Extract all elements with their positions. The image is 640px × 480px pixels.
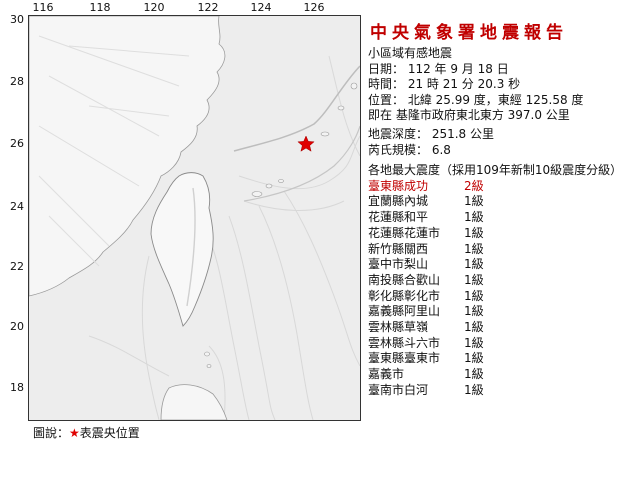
intensity-row: 彰化縣彰化市 1級 bbox=[368, 289, 640, 305]
intensity-level: 1級 bbox=[464, 351, 484, 366]
intensity-row: 臺中市梨山 1級 bbox=[368, 257, 640, 273]
lat-tick-label: 22 bbox=[10, 260, 24, 273]
report-subtitle: 小區域有感地震 bbox=[368, 46, 453, 60]
intensity-row: 雲林縣草嶺 1級 bbox=[368, 320, 640, 336]
intensity-place: 臺南市白河 bbox=[368, 382, 429, 397]
intensity-place: 臺東縣臺東市 bbox=[368, 351, 441, 366]
report-position-desc: 即在 基隆市政府東北東方 397.0 公里 bbox=[368, 108, 570, 123]
intensity-level: 1級 bbox=[464, 194, 484, 209]
shaded-relief-map bbox=[29, 16, 360, 420]
lat-tick-label: 20 bbox=[10, 320, 24, 333]
intensity-level: 1級 bbox=[464, 225, 484, 240]
intensity-place: 雲林縣草嶺 bbox=[368, 319, 429, 334]
lon-tick-label: 124 bbox=[250, 1, 272, 14]
lon-tick-label: 126 bbox=[303, 1, 325, 14]
intensity-place: 花蓮縣和平 bbox=[368, 210, 429, 225]
intensity-level: 1級 bbox=[464, 257, 484, 272]
intensity-list: 臺東縣成功 2級 宜蘭縣內城 1級 花蓮縣和平 1級 花蓮縣花蓮市 1級 新竹縣關西 1級 臺中市梨… bbox=[368, 179, 640, 399]
intensity-level: 1級 bbox=[464, 210, 484, 225]
intensity-row: 嘉義縣阿里山 1級 bbox=[368, 304, 640, 320]
intensity-row: 雲林縣斗六市 1級 bbox=[368, 336, 640, 352]
earthquake-report: 中央氣象署地震報告 小區域有感地震 日期： 112 年 9 月 18 日 時間：… bbox=[368, 18, 640, 398]
intensity-row: 南投縣合歡山 1級 bbox=[368, 273, 640, 289]
intensity-row: 花蓮縣花蓮市 1級 bbox=[368, 226, 640, 242]
intensity-header: 各地最大震度（採用109年新制10級震度分級） bbox=[368, 163, 623, 178]
legend-text: 表震央位置 bbox=[79, 426, 140, 440]
intensity-level: 1級 bbox=[464, 319, 484, 334]
intensity-row: 嘉義市 1級 bbox=[368, 367, 640, 383]
intensity-row: 新竹縣關西 1級 bbox=[368, 242, 640, 258]
intensity-place: 花蓮縣花蓮市 bbox=[368, 225, 441, 240]
intensity-row: 宜蘭縣內城 1級 bbox=[368, 194, 640, 210]
lat-tick-label: 28 bbox=[10, 75, 24, 88]
lon-tick-label: 122 bbox=[197, 1, 219, 14]
legend-prefix: 圖說： bbox=[33, 426, 70, 440]
lat-tick-label: 30 bbox=[10, 13, 24, 26]
intensity-row: 臺東縣成功 2級 bbox=[368, 179, 640, 195]
intensity-place: 臺中市梨山 bbox=[368, 257, 429, 272]
intensity-row: 臺東縣臺東市 1級 bbox=[368, 351, 640, 367]
intensity-place: 宜蘭縣內城 bbox=[368, 194, 429, 209]
intensity-row: 臺南市白河 1級 bbox=[368, 383, 640, 399]
intensity-place: 新竹縣關西 bbox=[368, 241, 429, 256]
report-date: 日期： 112 年 9 月 18 日 bbox=[368, 61, 509, 76]
lat-tick-label: 18 bbox=[10, 381, 24, 394]
intensity-row: 花蓮縣和平 1級 bbox=[368, 210, 640, 226]
intensity-place: 南投縣合歡山 bbox=[368, 272, 441, 287]
intensity-level: 1級 bbox=[464, 335, 484, 350]
intensity-level: 1級 bbox=[464, 241, 484, 256]
map-legend: 圖說：★表震央位置 bbox=[33, 424, 140, 441]
lon-tick-label: 116 bbox=[32, 1, 54, 14]
intensity-level: 1級 bbox=[464, 288, 484, 303]
intensity-place: 彰化縣彰化市 bbox=[368, 288, 441, 303]
intensity-level: 1級 bbox=[464, 304, 484, 319]
intensity-level: 2級 bbox=[464, 178, 484, 193]
red-star-icon: ★ bbox=[69, 426, 80, 440]
intensity-level: 1級 bbox=[464, 367, 484, 381]
lon-tick-label: 118 bbox=[89, 1, 111, 14]
intensity-place: 臺東縣成功 bbox=[368, 178, 429, 193]
report-time: 時間： 21 時 21 分 20.3 秒 bbox=[368, 77, 521, 92]
lat-tick-label: 24 bbox=[10, 200, 24, 213]
relief-map bbox=[28, 15, 361, 421]
intensity-level: 1級 bbox=[464, 272, 484, 287]
lon-tick-label: 120 bbox=[143, 1, 165, 14]
lat-tick-label: 26 bbox=[10, 137, 24, 150]
intensity-place: 嘉義市 bbox=[368, 367, 405, 381]
report-depth: 地震深度： 251.8 公里 bbox=[368, 126, 494, 141]
intensity-level: 1級 bbox=[464, 382, 484, 397]
report-position: 位置： 北緯 25.99 度，東經 125.58 度 bbox=[368, 92, 584, 107]
intensity-place: 嘉義縣阿里山 bbox=[368, 304, 441, 319]
report-title: 中央氣象署地震報告 bbox=[370, 23, 568, 43]
report-magnitude: 芮氏規模： 6.8 bbox=[368, 142, 451, 157]
intensity-place: 雲林縣斗六市 bbox=[368, 335, 441, 350]
